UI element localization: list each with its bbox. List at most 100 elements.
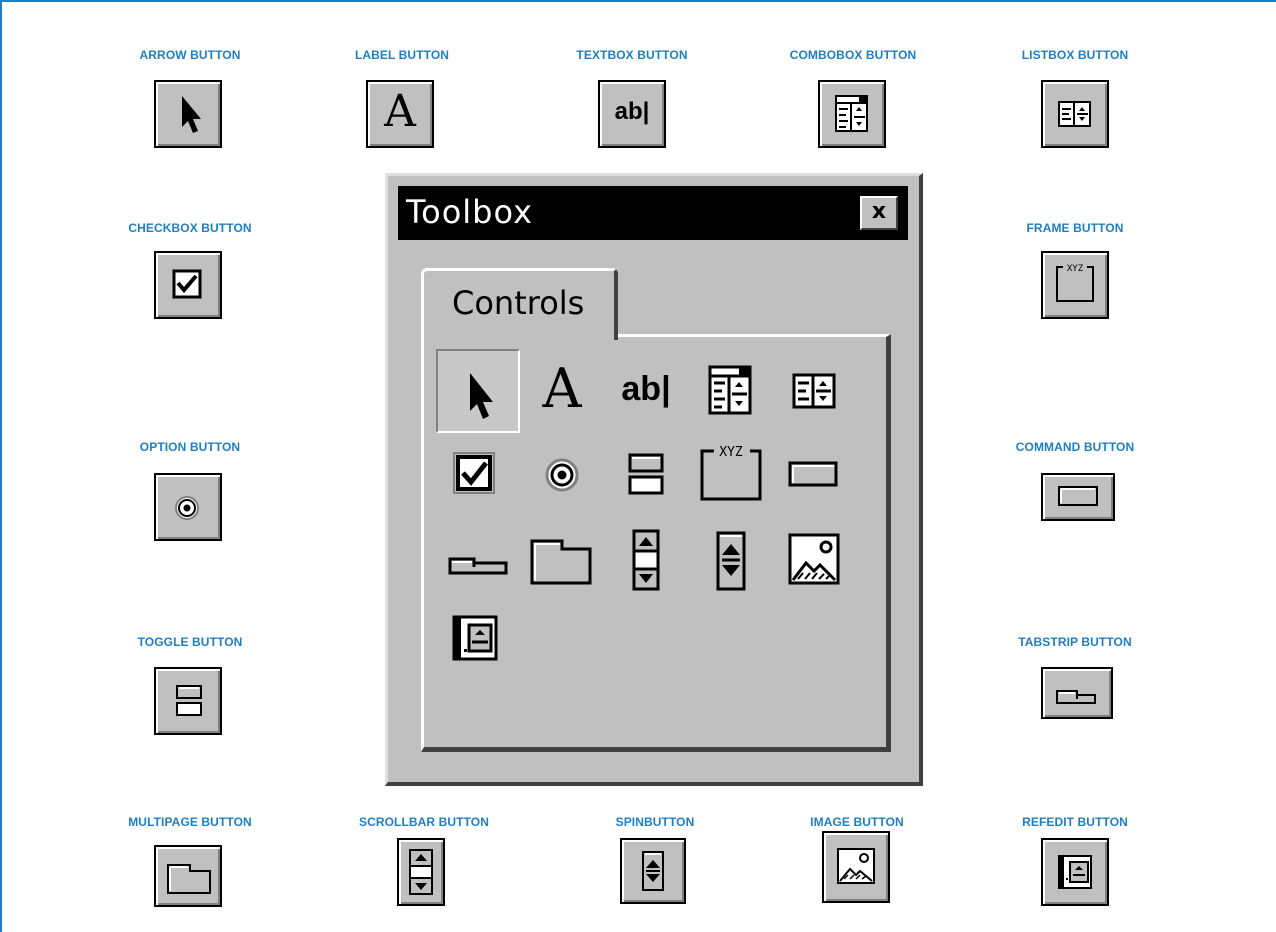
multipage-icon	[530, 539, 592, 585]
callout-spinbutton-caption: SPINBUTTON	[615, 815, 695, 829]
toolbox-window: Toolbox x Controls A ab| XYZ	[385, 173, 923, 786]
tool-combobox[interactable]	[688, 349, 772, 433]
image-icon	[837, 848, 875, 884]
tab-controls-label: Controls	[452, 284, 585, 322]
arrow-icon	[182, 96, 201, 133]
command-icon	[788, 461, 838, 487]
tool-command[interactable]	[772, 433, 856, 517]
callout-label-caption: LABEL BUTTON	[354, 48, 450, 62]
callout-multipage-caption: MULTIPAGE BUTTON	[128, 815, 252, 829]
callout-image: IMAGE BUTTON	[767, 814, 947, 830]
tool-image[interactable]	[772, 517, 856, 601]
close-icon: x	[871, 199, 887, 224]
callout-arrow: ARROW BUTTON	[100, 47, 280, 63]
callout-checkbox: CHECKBOX BUTTON	[100, 220, 280, 236]
command-icon	[1058, 486, 1098, 506]
combobox-icon	[835, 95, 868, 132]
callout-label: LABEL BUTTON	[312, 47, 492, 63]
tool-option[interactable]	[520, 433, 604, 517]
textbox-icon: ab|	[614, 98, 650, 125]
multipage-button[interactable]	[154, 845, 222, 907]
command-button[interactable]	[1041, 473, 1115, 521]
tool-checkbox[interactable]	[436, 433, 520, 517]
callout-frame-caption: FRAME BUTTON	[1026, 221, 1124, 235]
option-button[interactable]	[154, 473, 222, 541]
option-icon	[175, 496, 199, 520]
callout-textbox-caption: TEXTBOX BUTTON	[576, 48, 688, 62]
label-icon: A	[384, 86, 416, 137]
tool-multipage[interactable]	[520, 517, 604, 601]
tool-tabstrip[interactable]	[436, 517, 520, 601]
spinbutton-icon	[716, 531, 746, 591]
callout-toggle: TOGGLE BUTTON	[100, 634, 280, 650]
listbox-button[interactable]	[1041, 80, 1109, 148]
figure-border-left	[0, 0, 2, 932]
callout-multipage: MULTIPAGE BUTTON	[100, 814, 280, 830]
callout-command: COMMAND BUTTON	[985, 439, 1165, 455]
tool-listbox[interactable]	[772, 349, 856, 433]
callout-combobox: COMBOBOX BUTTON	[763, 47, 943, 63]
tool-spinbutton[interactable]	[688, 517, 772, 601]
tool-refedit[interactable]	[436, 601, 520, 685]
checkbox-button[interactable]	[154, 251, 222, 319]
callout-combobox-caption: COMBOBOX BUTTON	[789, 48, 917, 62]
frame-icon: XYZ	[700, 445, 762, 501]
callout-tabstrip: TABSTRIP BUTTON	[985, 634, 1165, 650]
tab-controls[interactable]: Controls	[421, 268, 618, 340]
callout-option-caption: OPTION BUTTON	[139, 440, 241, 454]
callout-image-caption: IMAGE BUTTON	[810, 815, 904, 829]
refedit-icon	[452, 615, 498, 661]
image-icon	[788, 533, 840, 585]
tool-arrow[interactable]	[436, 349, 520, 433]
callout-checkbox-caption: CHECKBOX BUTTON	[128, 221, 252, 235]
callout-option: OPTION BUTTON	[100, 439, 280, 455]
frame-icon: XYZ	[1056, 264, 1094, 302]
callout-scrollbar-caption: SCROLLBAR BUTTON	[358, 815, 490, 829]
toolbox-titlebar[interactable]: Toolbox x	[398, 186, 908, 240]
toggle-icon	[176, 685, 202, 716]
callout-arrow-caption: ARROW BUTTON	[139, 48, 241, 62]
tool-scrollbar[interactable]	[604, 517, 688, 601]
tool-textbox[interactable]: ab|	[604, 349, 688, 433]
combobox-icon	[708, 365, 752, 415]
callout-frame: FRAME BUTTON	[985, 220, 1165, 236]
label-button[interactable]: A	[366, 80, 434, 148]
tabstrip-icon	[448, 557, 508, 575]
callout-scrollbar: SCROLLBAR BUTTON	[334, 814, 514, 830]
callout-textbox: TEXTBOX BUTTON	[542, 47, 722, 63]
refedit-icon	[1058, 855, 1092, 889]
frame-icon-caption: XYZ	[719, 445, 743, 460]
frame-button[interactable]: XYZ	[1041, 251, 1109, 319]
callout-refedit-caption: REFEDIT BUTTON	[1022, 815, 1128, 829]
tool-frame[interactable]: XYZ	[688, 433, 772, 517]
scrollbar-icon	[632, 529, 660, 591]
label-icon: A	[542, 357, 582, 420]
tool-toggle[interactable]	[604, 433, 688, 517]
spinbutton-button[interactable]	[620, 838, 686, 904]
toggle-button[interactable]	[154, 667, 222, 735]
figure-border-top	[0, 0, 1276, 2]
checkbox-icon	[453, 452, 495, 494]
callout-toggle-caption: TOGGLE BUTTON	[137, 635, 243, 649]
listbox-icon	[1058, 101, 1091, 127]
listbox-icon	[792, 373, 836, 409]
arrow-button[interactable]	[154, 80, 222, 148]
callout-command-caption: COMMAND BUTTON	[1015, 440, 1135, 454]
close-button[interactable]: x	[860, 196, 898, 230]
combobox-button[interactable]	[818, 80, 886, 148]
scrollbar-icon	[409, 849, 433, 895]
multipage-icon	[167, 864, 211, 894]
arrow-icon	[470, 373, 493, 419]
refedit-button[interactable]	[1041, 838, 1109, 906]
controls-panel: A ab| XYZ	[421, 334, 891, 752]
toolbox-title: Toolbox	[406, 193, 533, 231]
callout-spinbutton: SPINBUTTON	[565, 814, 745, 830]
scrollbar-button[interactable]	[397, 838, 445, 906]
callout-tabstrip-caption: TABSTRIP BUTTON	[1018, 635, 1132, 649]
image-button[interactable]	[822, 831, 890, 903]
textbox-button[interactable]: ab|	[598, 80, 666, 148]
tabstrip-button[interactable]	[1041, 667, 1113, 719]
callout-listbox: LISTBOX BUTTON	[985, 47, 1165, 63]
toggle-icon	[628, 453, 664, 495]
tool-label[interactable]: A	[520, 349, 604, 433]
